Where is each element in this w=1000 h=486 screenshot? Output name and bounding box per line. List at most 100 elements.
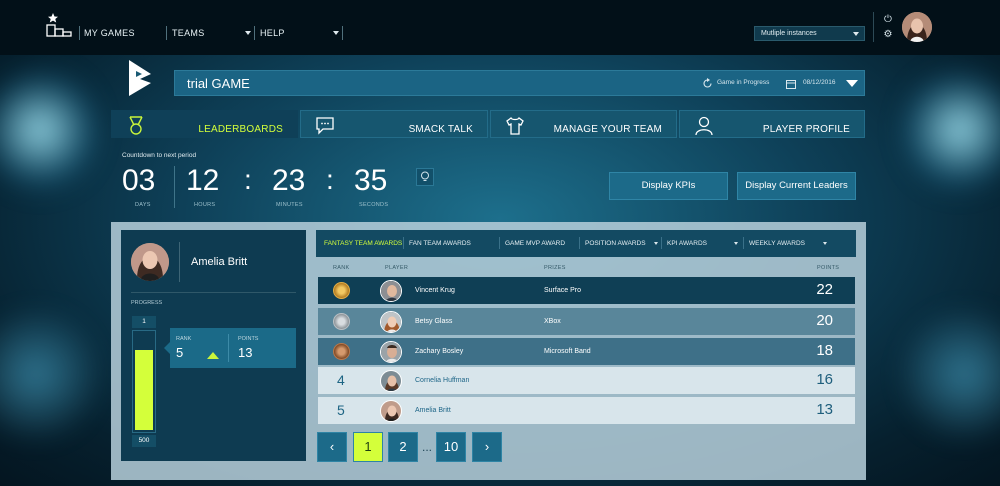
tab-fan-team-awards[interactable]: FAN TEAM AWARDS	[409, 240, 471, 247]
points: 22	[816, 281, 833, 298]
col-prizes: PRIZES	[544, 265, 566, 271]
chevron-down-icon[interactable]	[245, 31, 251, 35]
table-row[interactable]: Vincent Krug Surface Pro 22	[318, 277, 855, 304]
player-avatar	[380, 280, 402, 302]
days-label: DAYS	[135, 202, 151, 208]
player-name[interactable]: Cornelia Huffman	[415, 377, 469, 384]
tab-position-awards[interactable]: POSITION AWARDS	[585, 240, 646, 247]
stadium-light	[0, 300, 100, 450]
countdown-days: 03	[122, 164, 156, 197]
prize: XBox	[544, 318, 561, 325]
display-leaders-button[interactable]: Display Current Leaders	[737, 172, 856, 200]
nav-my-games[interactable]: MY GAMES	[84, 28, 135, 38]
col-player: PLAYER	[385, 265, 409, 271]
colon: :	[326, 164, 334, 195]
rank-points-box: RANK 5 POINTS 13	[164, 328, 296, 368]
tab-kpi-awards[interactable]: KPI AWARDS	[667, 240, 707, 247]
player-name[interactable]: Betsy Glass	[415, 318, 452, 325]
refresh-icon[interactable]	[702, 78, 713, 89]
countdown-minutes: 23	[272, 164, 306, 197]
nav-teams[interactable]: TEAMS	[172, 28, 205, 38]
table-row[interactable]: Betsy Glass XBox 20	[318, 308, 855, 335]
medal-icon	[129, 116, 143, 135]
pagination-ellipsis: ...	[422, 440, 433, 454]
progress-fill	[135, 350, 153, 430]
page-2-button[interactable]: 2	[388, 432, 418, 462]
gold-medal-icon	[333, 282, 350, 299]
progress-label: PROGRESS	[131, 300, 163, 306]
seconds-label: SECONDS	[359, 202, 389, 208]
countdown-label: Countdown to next period	[122, 152, 197, 159]
chat-icon	[316, 117, 334, 135]
calendar-icon	[786, 80, 796, 89]
tab-fantasy-team-awards[interactable]: FANTASY TEAM AWARDS	[324, 240, 402, 247]
game-screen: MY GAMES TEAMS HELP Mutliple instances ⏻…	[0, 0, 1000, 486]
col-rank: RANK	[333, 265, 350, 271]
points-label: POINTS	[238, 336, 259, 342]
tab-manage-your-team[interactable]: MANAGE YOUR TEAM	[490, 110, 677, 138]
tab-label: LEADERBOARDS	[198, 124, 283, 135]
display-kpis-button[interactable]: Display KPIs	[609, 172, 728, 200]
page-10-button[interactable]: 10	[436, 432, 466, 462]
chevron-down-icon[interactable]	[846, 80, 858, 88]
player-avatar	[380, 400, 402, 422]
page-1-button[interactable]: 1	[353, 432, 383, 462]
table-row[interactable]: 4 Cornelia Huffman 16	[318, 367, 855, 394]
tab-label: MANAGE YOUR TEAM	[553, 124, 662, 135]
user-avatar[interactable]	[902, 12, 932, 42]
tab-player-profile[interactable]: PLAYER PROFILE	[679, 110, 865, 138]
game-title: trial GAME	[187, 76, 250, 91]
table-row[interactable]: Zachary Bosley Microsoft Band 18	[318, 338, 855, 365]
points: 18	[816, 342, 833, 359]
player-card: Amelia Britt PROGRESS 1 500 RANK 5 POINT…	[121, 230, 306, 461]
player-avatar	[380, 370, 402, 392]
rank: 4	[337, 372, 345, 388]
progress-min: 500	[132, 435, 156, 447]
next-page-button[interactable]: ›	[472, 432, 502, 462]
silver-medal-icon	[333, 313, 350, 330]
tab-smack-talk[interactable]: SMACK TALK	[300, 110, 488, 138]
awards-tab-bar: FANTASY TEAM AWARDS FAN TEAM AWARDS GAME…	[316, 230, 856, 257]
nav-help[interactable]: HELP	[260, 28, 285, 38]
top-bar: MY GAMES TEAMS HELP Mutliple instances ⏻…	[0, 0, 1000, 55]
player-avatar	[380, 341, 402, 363]
lightbulb-button[interactable]	[416, 168, 434, 186]
points-value: 13	[238, 345, 253, 360]
rank-up-icon	[207, 352, 219, 359]
chevron-down-icon[interactable]	[333, 31, 339, 35]
player-name[interactable]: Vincent Krug	[415, 287, 455, 294]
player-avatar	[380, 311, 402, 333]
chevron-down-icon[interactable]	[654, 242, 658, 245]
jersey-icon	[506, 117, 524, 135]
rank-label: RANK	[176, 336, 192, 342]
stadium-light	[900, 300, 1000, 450]
bronze-medal-icon	[333, 343, 350, 360]
game-status: Game in Progress	[717, 79, 770, 86]
minutes-label: MINUTES	[276, 202, 303, 208]
tab-label: PLAYER PROFILE	[762, 124, 850, 135]
points: 16	[816, 371, 833, 388]
gear-icon[interactable]: ⚙	[881, 28, 895, 42]
prev-page-button[interactable]: ‹	[317, 432, 347, 462]
tab-leaderboards[interactable]: LEADERBOARDS	[111, 110, 298, 138]
tab-weekly-awards[interactable]: WEEKLY AWARDS	[749, 240, 805, 247]
countdown-seconds: 35	[354, 164, 388, 197]
player-name[interactable]: Zachary Bosley	[415, 348, 463, 355]
tab-label: SMACK TALK	[408, 124, 473, 135]
player-name[interactable]: Amelia Britt	[415, 407, 451, 414]
progress-bar	[132, 330, 156, 433]
countdown-hours: 12	[186, 164, 220, 197]
table-row[interactable]: 5 Amelia Britt 13	[318, 397, 855, 424]
instances-select[interactable]: Mutliple instances	[754, 26, 865, 41]
power-icon[interactable]: ⏻	[881, 13, 895, 27]
chevron-down-icon[interactable]	[823, 242, 827, 245]
prize: Microsoft Band	[544, 348, 591, 355]
player-name: Amelia Britt	[191, 256, 248, 268]
tab-game-mvp-award[interactable]: GAME MVP AWARD	[505, 240, 565, 247]
rank-value: 5	[176, 345, 184, 360]
prize: Surface Pro	[544, 287, 581, 294]
person-icon	[695, 116, 713, 136]
chevron-down-icon[interactable]	[734, 242, 738, 245]
podium-icon[interactable]	[46, 13, 72, 37]
stadium-light	[900, 60, 1000, 200]
